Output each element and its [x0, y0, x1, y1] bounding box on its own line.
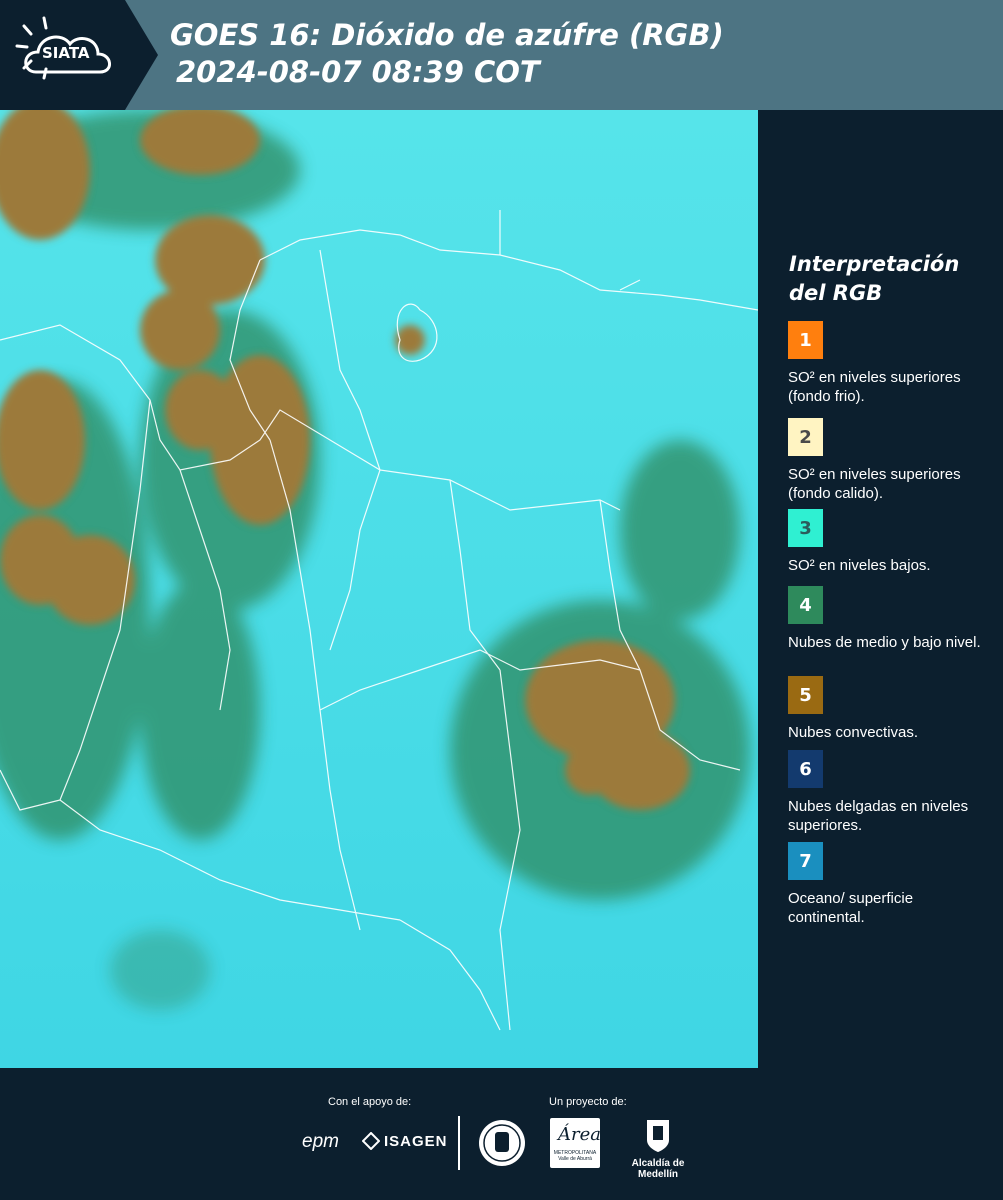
- project-label: Un proyecto de:: [549, 1096, 627, 1108]
- legend-text-6: Nubes delgadas en niveles superiores.: [788, 798, 969, 834]
- legend-swatch-3: 3: [788, 509, 823, 547]
- isagen-logo: ISAGEN: [362, 1132, 448, 1150]
- legend-item-7: 7 Oceano/ superficie continental.: [788, 842, 993, 927]
- footer-divider: [458, 1116, 460, 1170]
- satellite-map: [0, 110, 758, 1068]
- legend-item-2: 2 SO² en niveles superiores (fondo calid…: [788, 418, 993, 503]
- legend-item-6: 6 Nubes delgadas en niveles superiores.: [788, 750, 993, 835]
- area-logo-letter: Área: [558, 1124, 601, 1145]
- legend-text-1: SO² en niveles superiores (fondo frio).: [788, 369, 961, 405]
- timestamp: 2024-08-07 08:39 COT: [176, 55, 540, 89]
- legend-swatch-2: 2: [788, 418, 823, 456]
- epm-logo: epm: [302, 1131, 339, 1152]
- siata-logo: SIATA: [0, 0, 158, 110]
- area-logo-sub: METROPOLITANA Valle de Aburrá: [553, 1150, 597, 1162]
- legend-item-4: 4 Nubes de medio y bajo nivel.: [788, 586, 993, 652]
- legend-swatch-6: 6: [788, 750, 823, 788]
- legend-swatch-5: 5: [788, 676, 823, 714]
- legend-text-3: SO² en niveles bajos.: [788, 557, 931, 574]
- siata-logo-text: SIATA: [42, 44, 90, 62]
- legend-swatch-4: 4: [788, 586, 823, 624]
- isagen-icon: [362, 1132, 380, 1150]
- medellin-seal-icon: [479, 1120, 525, 1166]
- alcaldia-text: Alcaldía de Medellín: [631, 1158, 685, 1180]
- legend-text-5: Nubes convectivas.: [788, 724, 919, 741]
- legend-swatch-7: 7: [788, 842, 823, 880]
- support-label: Con el apoyo de:: [328, 1096, 412, 1108]
- alcaldia-shield-icon: [647, 1120, 669, 1152]
- page-title: GOES 16: Dióxido de azúfre (RGB): [170, 18, 724, 52]
- header-bar: SIATA GOES 16: Dióxido de azúfre (RGB) 2…: [0, 0, 1003, 110]
- legend-panel: Interpretación del RGB 1 SO² en niveles …: [758, 110, 1003, 1068]
- legend-text-2: SO² en niveles superiores (fondo calido)…: [788, 466, 961, 502]
- legend-title: Interpretación del RGB: [789, 252, 960, 305]
- alcaldia-logo: Alcaldía de Medellín: [612, 1118, 704, 1180]
- legend-item-1: 1 SO² en niveles superiores (fondo frio)…: [788, 321, 993, 406]
- area-metropolitana-logo: Área METROPOLITANA Valle de Aburrá: [550, 1118, 601, 1168]
- legend-text-7: Oceano/ superficie continental.: [788, 890, 914, 926]
- footer: Con el apoyo de: Un proyecto de: epm ISA…: [0, 1068, 1003, 1200]
- legend-text-4: Nubes de medio y bajo nivel.: [788, 634, 981, 651]
- legend-swatch-1: 1: [788, 321, 823, 359]
- isagen-logo-text: ISAGEN: [384, 1132, 448, 1150]
- legend-item-3: 3 SO² en niveles bajos.: [788, 509, 993, 575]
- legend-item-5: 5 Nubes convectivas.: [788, 676, 993, 742]
